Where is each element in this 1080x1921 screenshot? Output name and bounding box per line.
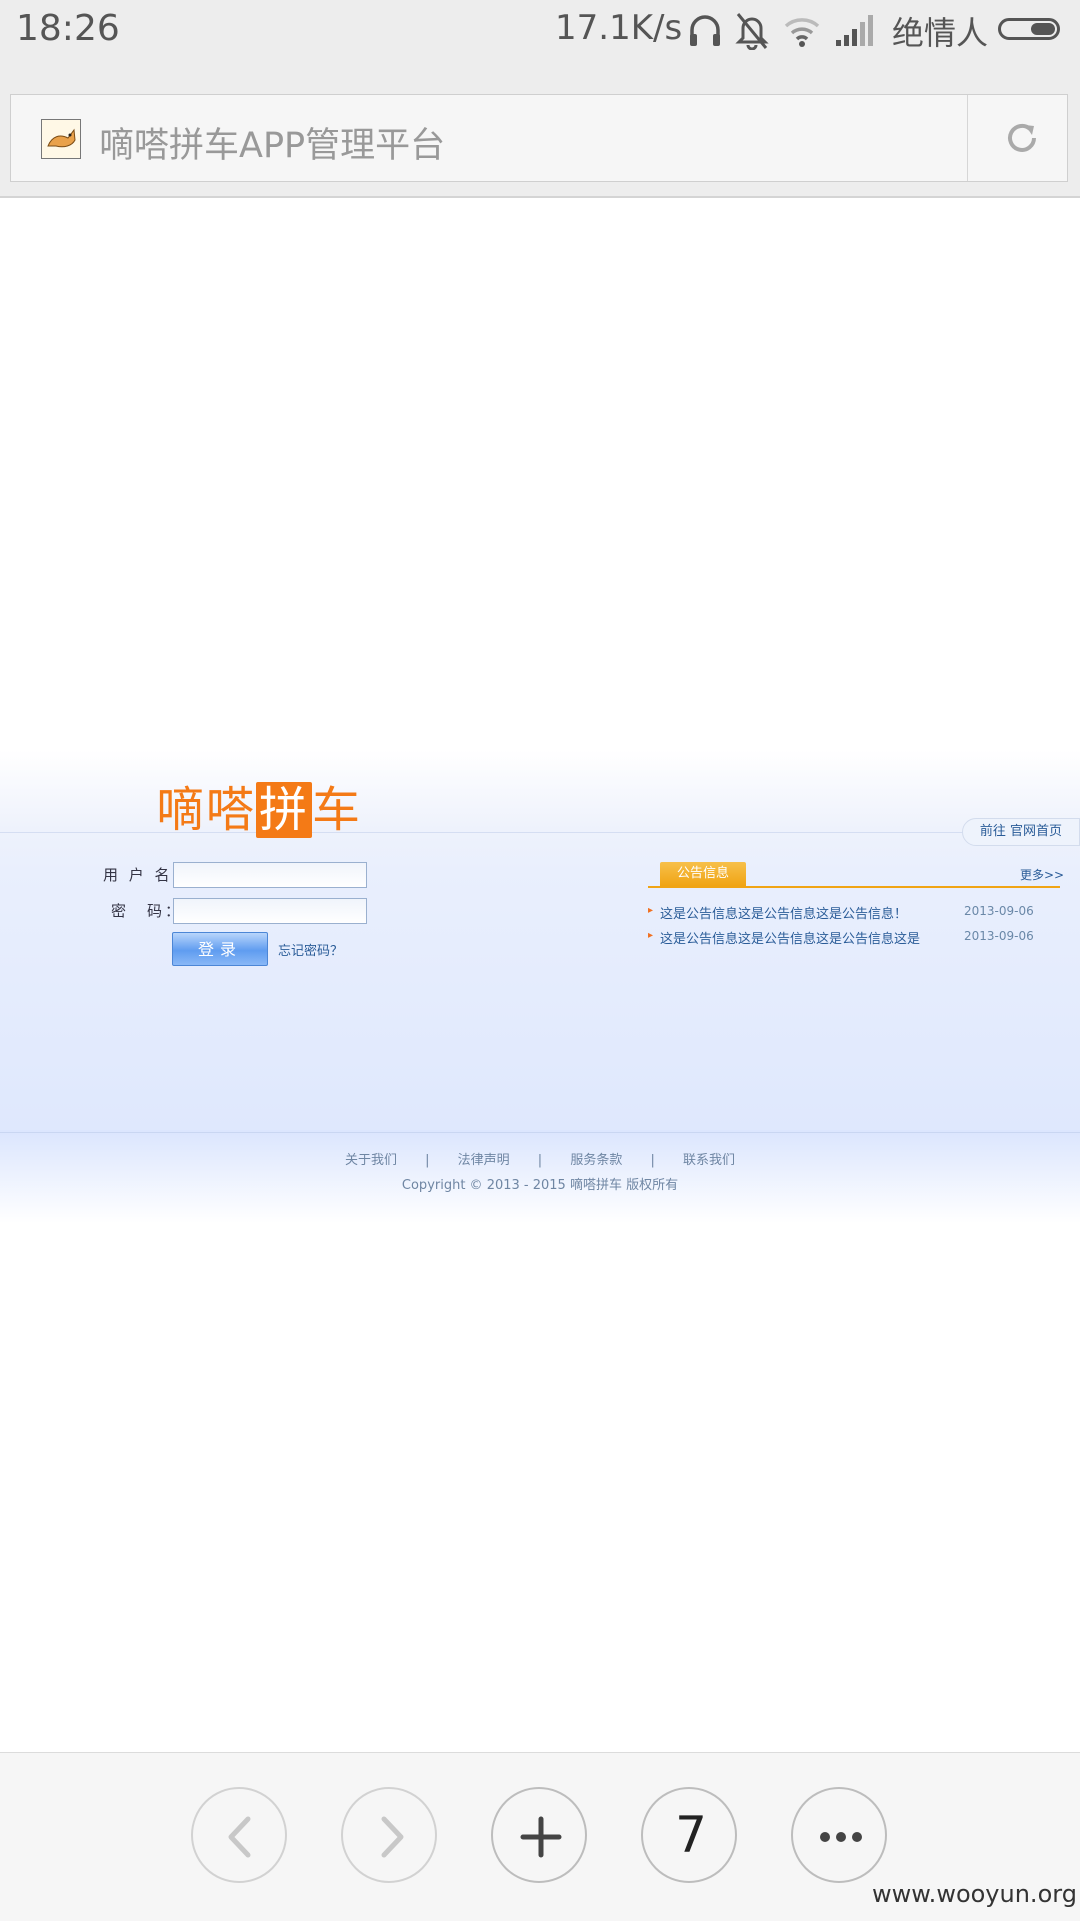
- address-divider: [967, 95, 968, 181]
- network-speed: 17.1K/s: [555, 8, 683, 48]
- footer-separator: |: [650, 1153, 655, 1168]
- bell-muted-icon: [734, 10, 770, 54]
- watermark: www.wooyun.org: [872, 1880, 1077, 1908]
- notice-text[interactable]: 这是公告信息这是公告信息这是公告信息这是: [660, 928, 920, 947]
- forgot-password-link[interactable]: 忘记密码？: [278, 940, 343, 959]
- footer-link-legal[interactable]: 法律声明: [458, 1153, 510, 1168]
- official-home-link[interactable]: 前往 官网首页: [962, 818, 1080, 846]
- status-time: 18:26: [16, 8, 120, 49]
- tabs-counter-button[interactable]: 7: [641, 1787, 737, 1883]
- forward-button[interactable]: [341, 1787, 437, 1883]
- footer-links: 关于我们 | 法律声明 | 服务条款 | 联系我们: [0, 1149, 1080, 1168]
- footer-link-about[interactable]: 关于我们: [345, 1153, 397, 1168]
- new-tab-button[interactable]: [491, 1787, 587, 1883]
- password-input[interactable]: [173, 898, 367, 924]
- notice-more-link[interactable]: 更多>>: [1020, 866, 1064, 883]
- footer-separator: |: [537, 1153, 543, 1168]
- bullet-arrow-icon: ▸: [648, 905, 654, 916]
- browser-toolbar: 嘀嗒拼车APP管理平台: [0, 64, 1080, 198]
- page-title: 嘀嗒拼车APP管理平台: [99, 126, 446, 166]
- tabs-counter: 7: [675, 1806, 707, 1864]
- status-bar: 18:26 17.1K/s 绝情人: [0, 0, 1080, 64]
- signal-icon: [834, 10, 876, 54]
- copyright-text: Copyright © 2013 - 2015 嘀嗒拼车 版权所有: [401, 1178, 679, 1193]
- notice-text[interactable]: 这是公告信息这是公告信息这是公告信息！: [660, 903, 907, 922]
- reload-icon[interactable]: [997, 113, 1047, 163]
- wifi-icon: [782, 10, 822, 54]
- headphones-icon: [688, 10, 722, 54]
- back-button[interactable]: [191, 1787, 287, 1883]
- notice-tab[interactable]: 公告信息: [660, 862, 746, 886]
- notice-date: 2013-09-06: [964, 929, 1034, 943]
- bullet-arrow-icon: ▸: [648, 930, 654, 941]
- notice-divider: [648, 886, 1060, 888]
- login-button[interactable]: 登录: [172, 932, 268, 966]
- site-logo: 嘀嗒拼车: [156, 782, 363, 838]
- battery-icon: [998, 18, 1060, 40]
- carrier-name: 绝情人: [892, 14, 989, 52]
- footer-link-contact[interactable]: 联系我们: [683, 1153, 735, 1168]
- footer-link-terms[interactable]: 服务条款: [570, 1153, 622, 1168]
- more-menu-button[interactable]: [791, 1787, 887, 1883]
- notice-item[interactable]: ▸ 这是公告信息这是公告信息这是公告信息！ 2013-09-06: [648, 903, 1068, 923]
- tomcat-favicon: [41, 119, 81, 159]
- notice-item[interactable]: ▸ 这是公告信息这是公告信息这是公告信息这是 2013-09-06: [648, 928, 1068, 948]
- address-bar[interactable]: 嘀嗒拼车APP管理平台: [10, 94, 1068, 182]
- notice-date: 2013-09-06: [964, 904, 1034, 918]
- footer-separator: |: [425, 1153, 430, 1168]
- username-input[interactable]: [173, 862, 367, 888]
